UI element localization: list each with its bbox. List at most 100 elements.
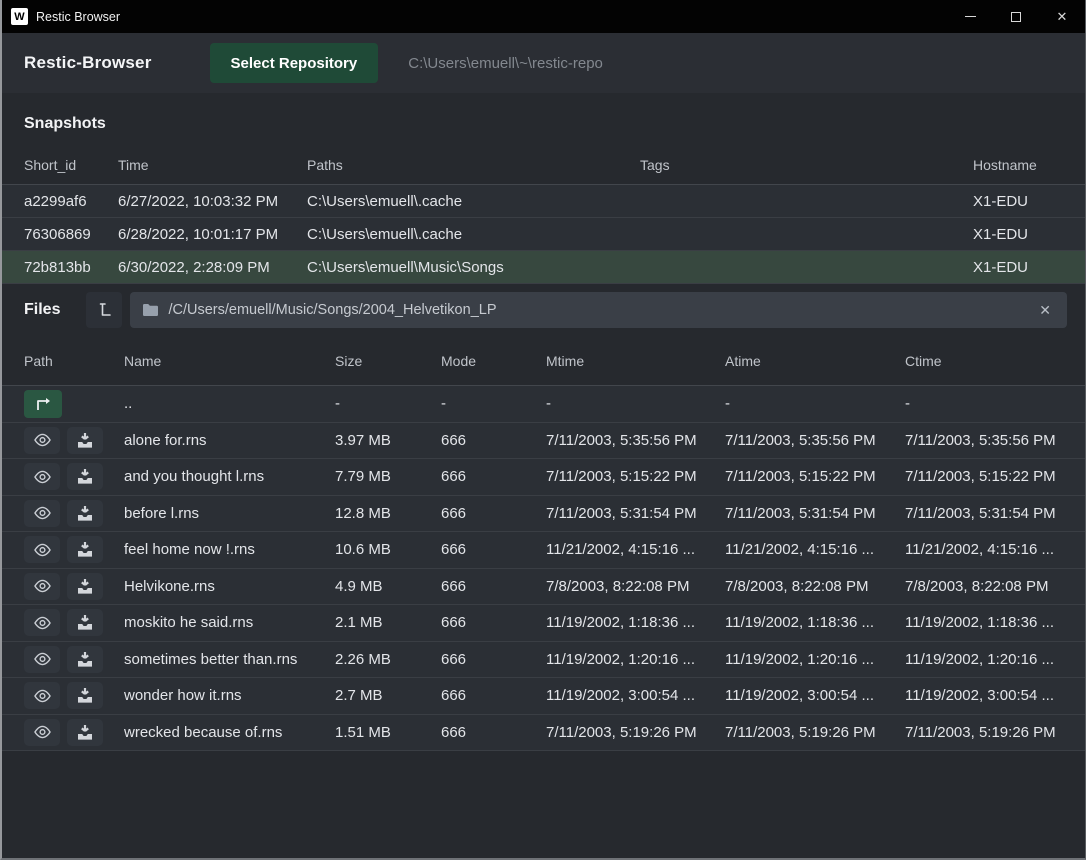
download-button[interactable] bbox=[67, 463, 103, 490]
column-header-atime: Atime bbox=[725, 353, 905, 369]
eye-icon bbox=[33, 433, 52, 447]
file-row[interactable]: Helvikone.rns 4.9 MB 666 7/8/2003, 8:22:… bbox=[2, 569, 1085, 606]
snapshot-paths: C:\Users\emuell\.cache bbox=[307, 193, 640, 210]
file-atime: 7/11/2003, 5:35:56 PM bbox=[725, 432, 905, 449]
snapshots-heading: Snapshots bbox=[2, 93, 1085, 133]
snapshot-row[interactable]: a2299af6 6/27/2022, 10:03:32 PM C:\Users… bbox=[2, 185, 1085, 218]
download-icon bbox=[77, 579, 93, 594]
app-icon: W bbox=[11, 8, 28, 25]
eye-icon bbox=[33, 725, 52, 739]
eye-icon bbox=[33, 506, 52, 520]
file-size: - bbox=[335, 395, 441, 412]
close-button[interactable]: ✕ bbox=[1039, 0, 1085, 33]
file-name: sometimes better than.rns bbox=[124, 651, 335, 668]
file-mode: 666 bbox=[441, 505, 546, 522]
download-icon bbox=[77, 725, 93, 740]
file-size: 12.8 MB bbox=[335, 505, 441, 522]
file-atime: 11/21/2002, 4:15:16 ... bbox=[725, 541, 905, 558]
file-row[interactable]: sometimes better than.rns 2.26 MB 666 11… bbox=[2, 642, 1085, 679]
file-name: and you thought l.rns bbox=[124, 468, 335, 485]
snapshot-time: 6/27/2022, 10:03:32 PM bbox=[118, 193, 307, 210]
column-header-time: Time bbox=[118, 157, 307, 173]
column-header-ctime: Ctime bbox=[905, 353, 1085, 369]
column-header-short-id: Short_id bbox=[24, 157, 118, 173]
download-button[interactable] bbox=[67, 536, 103, 563]
snapshot-short-id: 72b813bb bbox=[24, 259, 118, 276]
maximize-button[interactable] bbox=[993, 0, 1039, 33]
column-header-hostname: Hostname bbox=[973, 157, 1085, 173]
files-heading: Files bbox=[24, 301, 60, 319]
file-size: 2.26 MB bbox=[335, 651, 441, 668]
file-name: alone for.rns bbox=[124, 432, 335, 449]
minimize-button[interactable] bbox=[947, 0, 993, 33]
preview-button[interactable] bbox=[24, 646, 60, 673]
snapshot-row[interactable]: 76306869 6/28/2022, 10:01:17 PM C:\Users… bbox=[2, 218, 1085, 251]
preview-button[interactable] bbox=[24, 500, 60, 527]
download-button[interactable] bbox=[67, 719, 103, 746]
file-row[interactable]: wrecked because of.rns 1.51 MB 666 7/11/… bbox=[2, 715, 1085, 752]
breadcrumb-close-button[interactable]: ✕ bbox=[1035, 300, 1055, 321]
download-icon bbox=[77, 652, 93, 667]
download-button[interactable] bbox=[67, 682, 103, 709]
download-icon bbox=[77, 506, 93, 521]
preview-button[interactable] bbox=[24, 682, 60, 709]
file-mode: 666 bbox=[441, 541, 546, 558]
select-repository-button[interactable]: Select Repository bbox=[210, 43, 379, 83]
file-name: Helvikone.rns bbox=[124, 578, 335, 595]
download-icon bbox=[77, 433, 93, 448]
parent-directory-row[interactable]: .. - - - - - bbox=[2, 386, 1085, 423]
preview-button[interactable] bbox=[24, 536, 60, 563]
file-mtime: 7/11/2003, 5:15:22 PM bbox=[546, 468, 725, 485]
snapshots-table-header: Short_id Time Paths Tags Hostname bbox=[2, 145, 1085, 185]
preview-button[interactable] bbox=[24, 719, 60, 746]
column-header-mtime: Mtime bbox=[546, 353, 725, 369]
file-row[interactable]: before l.rns 12.8 MB 666 7/11/2003, 5:31… bbox=[2, 496, 1085, 533]
tree-view-toggle-button[interactable] bbox=[86, 292, 122, 328]
file-size: 10.6 MB bbox=[335, 541, 441, 558]
file-mtime: - bbox=[546, 395, 725, 412]
breadcrumb-path: /C/Users/emuell/Music/Songs/2004_Helveti… bbox=[168, 302, 1035, 318]
eye-icon bbox=[33, 543, 52, 557]
file-atime: 11/19/2002, 3:00:54 ... bbox=[725, 687, 905, 704]
download-button[interactable] bbox=[67, 573, 103, 600]
file-row[interactable]: feel home now !.rns 10.6 MB 666 11/21/20… bbox=[2, 532, 1085, 569]
snapshot-hostname: X1-EDU bbox=[973, 193, 1085, 210]
download-button[interactable] bbox=[67, 500, 103, 527]
preview-button[interactable] bbox=[24, 463, 60, 490]
file-ctime: 11/21/2002, 4:15:16 ... bbox=[905, 541, 1085, 558]
file-mtime: 11/21/2002, 4:15:16 ... bbox=[546, 541, 725, 558]
go-parent-directory-button[interactable] bbox=[24, 390, 62, 418]
file-ctime: 7/11/2003, 5:15:22 PM bbox=[905, 468, 1085, 485]
file-mode: 666 bbox=[441, 432, 546, 449]
file-name: wonder how it.rns bbox=[124, 687, 335, 704]
preview-button[interactable] bbox=[24, 427, 60, 454]
file-mtime: 7/8/2003, 8:22:08 PM bbox=[546, 578, 725, 595]
file-name: moskito he said.rns bbox=[124, 614, 335, 631]
file-ctime: 7/11/2003, 5:35:56 PM bbox=[905, 432, 1085, 449]
maximize-icon bbox=[1011, 12, 1021, 22]
preview-button[interactable] bbox=[24, 573, 60, 600]
files-bar: Files /C/Users/emuell/Music/Songs/2004_H… bbox=[2, 284, 1085, 336]
page-title: Restic-Browser bbox=[24, 53, 152, 73]
snapshot-paths: C:\Users\emuell\Music\Songs bbox=[307, 259, 640, 276]
file-row[interactable]: and you thought l.rns 7.79 MB 666 7/11/2… bbox=[2, 459, 1085, 496]
eye-icon bbox=[33, 689, 52, 703]
snapshot-paths: C:\Users\emuell\.cache bbox=[307, 226, 640, 243]
file-mtime: 7/11/2003, 5:35:56 PM bbox=[546, 432, 725, 449]
download-button[interactable] bbox=[67, 609, 103, 636]
file-ctime: 11/19/2002, 3:00:54 ... bbox=[905, 687, 1085, 704]
file-row[interactable]: alone for.rns 3.97 MB 666 7/11/2003, 5:3… bbox=[2, 423, 1085, 460]
snapshot-row-selected[interactable]: 72b813bb 6/30/2022, 2:28:09 PM C:\Users\… bbox=[2, 251, 1085, 284]
file-row[interactable]: moskito he said.rns 2.1 MB 666 11/19/200… bbox=[2, 605, 1085, 642]
file-mtime: 7/11/2003, 5:31:54 PM bbox=[546, 505, 725, 522]
empty-area bbox=[2, 751, 1085, 858]
file-row[interactable]: wonder how it.rns 2.7 MB 666 11/19/2002,… bbox=[2, 678, 1085, 715]
file-atime: 7/11/2003, 5:31:54 PM bbox=[725, 505, 905, 522]
download-button[interactable] bbox=[67, 427, 103, 454]
breadcrumb[interactable]: /C/Users/emuell/Music/Songs/2004_Helveti… bbox=[130, 292, 1067, 328]
download-button[interactable] bbox=[67, 646, 103, 673]
preview-button[interactable] bbox=[24, 609, 60, 636]
file-name: .. bbox=[124, 395, 335, 412]
window-title: Restic Browser bbox=[36, 10, 120, 24]
file-atime: - bbox=[725, 395, 905, 412]
